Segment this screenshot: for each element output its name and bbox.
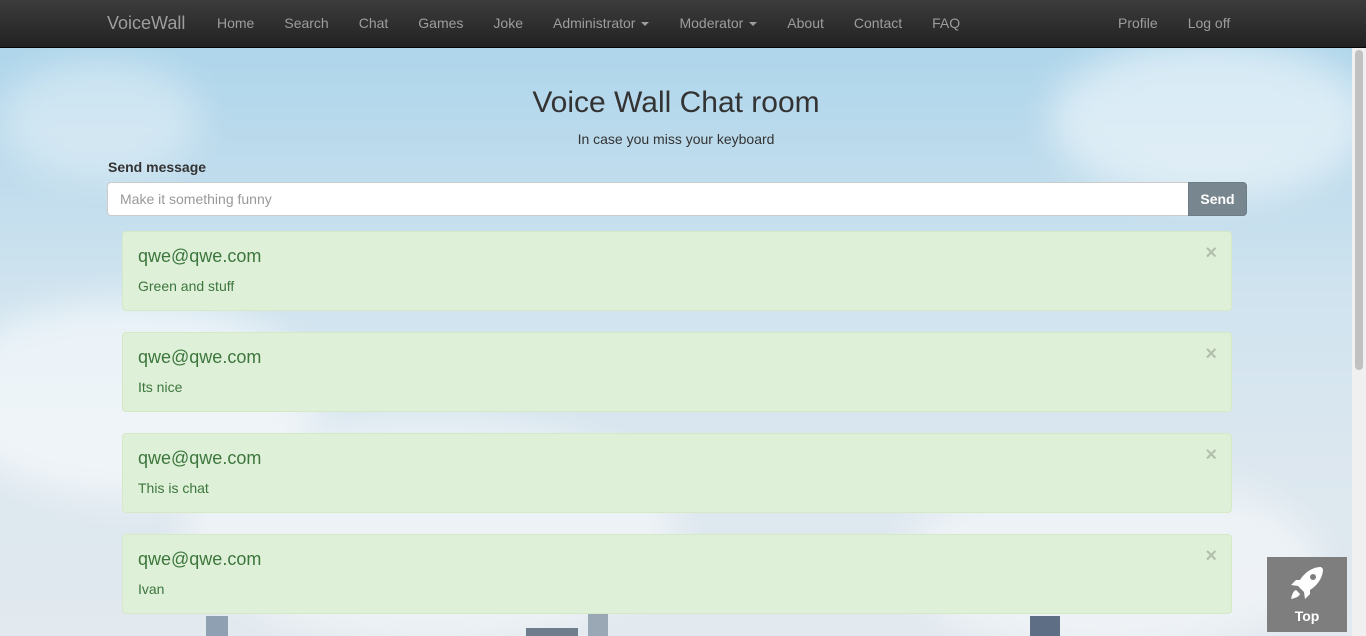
nav-search[interactable]: Search [269, 0, 343, 48]
nav-chat[interactable]: Chat [344, 0, 404, 48]
nav-games[interactable]: Games [403, 0, 478, 48]
caret-down-icon [749, 22, 758, 27]
back-to-top-button[interactable]: Top [1267, 557, 1347, 632]
scrollbar-thumb[interactable] [1355, 50, 1363, 370]
nav-contact[interactable]: Contact [839, 0, 917, 48]
close-icon[interactable]: × [1205, 445, 1217, 465]
close-icon[interactable]: × [1205, 243, 1217, 263]
close-icon[interactable]: × [1205, 546, 1217, 566]
nav-right: Profile Log off [1103, 0, 1245, 48]
top-label: Top [1294, 608, 1320, 624]
message-input[interactable] [107, 182, 1188, 216]
nav-label: Joke [493, 15, 523, 31]
chat-message: qwe@qwe.com Its nice × [122, 332, 1232, 412]
nav-label: Games [418, 15, 464, 31]
nav-label: Search [284, 15, 329, 31]
nav-home[interactable]: Home [202, 0, 269, 48]
message-composer: Send [107, 182, 1247, 216]
background-cloud [1050, 40, 1366, 200]
message-author: qwe@qwe.com [138, 347, 262, 367]
chat-message: qwe@qwe.com Green and stuff × [122, 231, 1232, 311]
message-author: qwe@qwe.com [138, 448, 262, 468]
nav-about[interactable]: About [772, 0, 839, 48]
nav-profile[interactable]: Profile [1103, 0, 1173, 48]
message-author: qwe@qwe.com [138, 549, 262, 569]
nav-faq[interactable]: FAQ [917, 0, 975, 48]
nav-label: Moderator [679, 15, 744, 31]
page-title: Voice Wall Chat room [532, 86, 820, 119]
nav-label: About [787, 15, 824, 31]
nav-label: Chat [358, 15, 389, 31]
nav-joke[interactable]: Joke [478, 0, 538, 48]
nav-label: Home [217, 15, 255, 31]
chat-message: qwe@qwe.com This is chat × [122, 433, 1232, 513]
rocket-icon [1291, 567, 1323, 599]
top-navbar: VoiceWall Home Search Chat Games Joke Ad… [0, 0, 1366, 48]
nav-label: Log off [1187, 15, 1231, 31]
message-list: qwe@qwe.com Green and stuff × qwe@qwe.co… [122, 231, 1232, 635]
nav-label: Contact [853, 15, 903, 31]
nav-administrator-dropdown[interactable]: Administrator [538, 0, 664, 48]
message-author: qwe@qwe.com [138, 246, 262, 266]
nav-label: Administrator [553, 15, 636, 31]
brand-link[interactable]: VoiceWall [107, 13, 185, 34]
send-button[interactable]: Send [1188, 182, 1247, 216]
message-text: This is chat [138, 480, 209, 496]
message-text: Ivan [138, 581, 165, 597]
nav-label: FAQ [932, 15, 961, 31]
nav-label: Profile [1118, 15, 1158, 31]
message-text: Its nice [138, 379, 183, 395]
message-text: Green and stuff [138, 278, 235, 294]
page-scrollbar[interactable] [1352, 48, 1366, 636]
chat-message: qwe@qwe.com Ivan × [122, 534, 1232, 614]
nav-links: Home Search Chat Games Joke Administrato… [202, 0, 975, 48]
page-subtitle: In case you miss your keyboard [577, 131, 775, 147]
caret-down-icon [641, 22, 650, 27]
close-icon[interactable]: × [1205, 344, 1217, 364]
send-message-label: Send message [108, 159, 207, 175]
nav-moderator-dropdown[interactable]: Moderator [664, 0, 772, 48]
nav-log-off[interactable]: Log off [1173, 0, 1246, 48]
